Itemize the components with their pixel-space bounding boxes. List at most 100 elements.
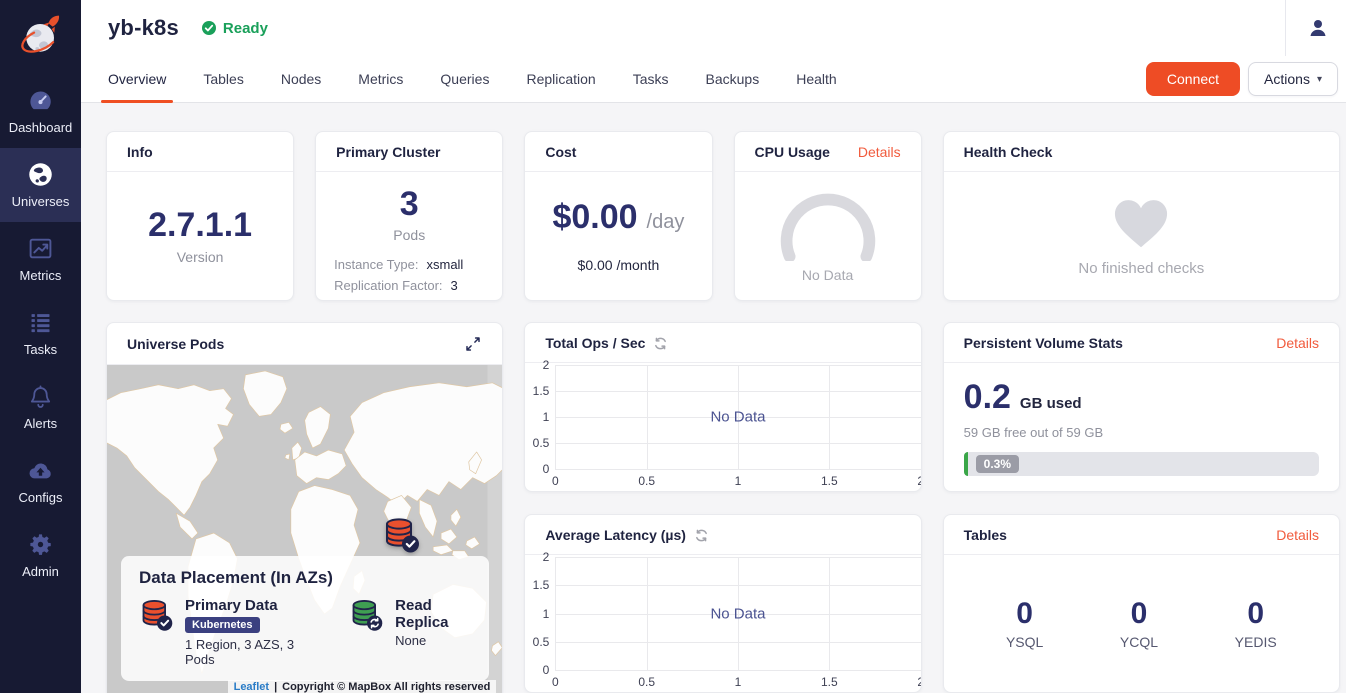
y-axis-tick-label: 1 <box>543 410 550 424</box>
world-map[interactable]: Data Placement (In AZs) <box>107 365 502 693</box>
page-title: yb-k8s <box>108 15 179 41</box>
sidebar-item-metrics[interactable]: Metrics <box>0 222 81 296</box>
x-axis-tick-label: 1 <box>735 474 742 488</box>
yedis-stat: 0 YEDIS <box>1235 597 1277 650</box>
pods-count-value: 3 <box>400 186 419 223</box>
tasks-list-icon <box>27 309 54 336</box>
primary-data-legend-item: Primary Data Kubernetes 1 Region, 3 AZS,… <box>139 597 303 667</box>
cpu-details-link[interactable]: Details <box>858 144 901 160</box>
universe-pods-card: Universe Pods <box>106 322 503 693</box>
sidebar-item-label: Tasks <box>2 342 79 357</box>
gridline-vertical <box>555 557 556 670</box>
sidebar-item-tasks[interactable]: Tasks <box>0 296 81 370</box>
user-icon <box>1306 16 1330 40</box>
card-title: Total Ops / Sec <box>545 335 645 351</box>
ysql-label: YSQL <box>1006 634 1043 650</box>
tables-details-link[interactable]: Details <box>1276 527 1319 543</box>
globe-rocket-logo-icon <box>15 11 67 63</box>
gridline-horizontal <box>555 670 920 671</box>
card-title: Primary Cluster <box>336 144 440 160</box>
data-placement-panel: Data Placement (In AZs) <box>121 556 489 681</box>
cpu-empty-label: No Data <box>802 267 853 283</box>
attribution-separator: | <box>274 681 277 693</box>
card-title: Info <box>127 144 153 160</box>
detail-row: Instance Type: xsmall <box>334 257 484 272</box>
sidebar-item-universes[interactable]: Universes <box>0 148 81 222</box>
refresh-icon[interactable] <box>694 528 709 543</box>
card-title: Health Check <box>964 144 1053 160</box>
y-axis-tick-label: 1.5 <box>533 384 550 398</box>
primary-data-map-marker[interactable] <box>382 515 422 555</box>
detail-value: xsmall <box>426 257 463 272</box>
tab-queries[interactable]: Queries <box>440 56 489 103</box>
version-caption: Version <box>177 249 224 265</box>
tab-backups[interactable]: Backups <box>706 56 760 103</box>
sidebar-item-alerts[interactable]: Alerts <box>0 370 81 444</box>
check-circle-icon <box>201 20 217 36</box>
sidebar-item-dashboard[interactable]: Dashboard <box>0 74 81 148</box>
yedis-count: 0 <box>1235 597 1277 630</box>
card-title: Universe Pods <box>127 336 224 352</box>
gridline-vertical <box>647 557 648 670</box>
y-axis-tick-label: 0 <box>543 462 550 476</box>
stats-column: Persistent Volume Stats Details 0.2 GB u… <box>943 322 1340 693</box>
card-title: Persistent Volume Stats <box>964 335 1123 351</box>
configs-cloud-icon <box>27 457 54 484</box>
tab-replication[interactable]: Replication <box>526 56 595 103</box>
sidebar-item-label: Metrics <box>2 268 79 283</box>
gb-used-unit: GB used <box>1020 395 1082 412</box>
sidebar-item-admin[interactable]: Admin <box>0 518 81 592</box>
tab-health[interactable]: Health <box>796 56 836 103</box>
ycql-count: 0 <box>1120 597 1158 630</box>
y-axis-tick-label: 0 <box>543 663 550 677</box>
charts-column: Total Ops / Sec 00.511.5200.511.52No Dat… <box>524 322 921 693</box>
tab-actions: Connect Actions ▾ <box>1146 62 1338 96</box>
expand-map-icon[interactable] <box>464 335 482 353</box>
kubernetes-badge: Kubernetes <box>185 617 260 633</box>
cpu-gauge-arc <box>772 189 884 261</box>
detail-label: Instance Type: <box>334 257 418 272</box>
tab-overview[interactable]: Overview <box>108 56 166 103</box>
volume-percent-badge: 0.3% <box>976 455 1019 473</box>
primary-database-icon <box>382 515 422 555</box>
x-axis-tick-label: 1.5 <box>821 675 838 689</box>
x-axis-tick-label: 0.5 <box>638 474 655 488</box>
version-value: 2.7.1.1 <box>148 207 252 244</box>
refresh-icon[interactable] <box>653 336 668 351</box>
primary-data-summary: 1 Region, 3 AZS, 3 Pods <box>185 637 303 667</box>
user-menu[interactable] <box>1285 0 1346 56</box>
yedis-label: YEDIS <box>1235 634 1277 650</box>
caret-down-icon: ▾ <box>1317 74 1322 85</box>
metrics-chart-icon <box>27 235 54 262</box>
tab-tasks[interactable]: Tasks <box>633 56 669 103</box>
sidebar-item-label: Universes <box>2 194 79 209</box>
cost-unit: /day <box>647 211 685 234</box>
total-ops-chart-card: Total Ops / Sec 00.511.5200.511.52No Dat… <box>524 322 921 492</box>
sidebar-item-label: Alerts <box>2 416 79 431</box>
sidebar-item-configs[interactable]: Configs <box>0 444 81 518</box>
tab-tables[interactable]: Tables <box>203 56 243 103</box>
volume-details-link[interactable]: Details <box>1276 335 1319 351</box>
connect-button[interactable]: Connect <box>1146 62 1240 96</box>
data-placement-heading: Data Placement (In AZs) <box>139 568 471 588</box>
gridline-vertical <box>647 365 648 469</box>
actions-dropdown-button[interactable]: Actions ▾ <box>1248 62 1338 96</box>
yugabyte-logo[interactable] <box>0 0 81 74</box>
cost-per-day-value: $0.00 <box>552 199 637 236</box>
detail-row: Replication Factor: 3 <box>334 278 484 293</box>
gridline-vertical <box>921 365 922 469</box>
map-attribution: Leaflet | Copyright © MapBox All rights … <box>228 680 497 693</box>
tab-nodes[interactable]: Nodes <box>281 56 321 103</box>
y-axis-tick-label: 2 <box>543 550 550 564</box>
tables-card: Tables Details 0 YSQL 0 YCQL 0 <box>943 514 1340 693</box>
tab-metrics[interactable]: Metrics <box>358 56 403 103</box>
x-axis-tick-label: 2 <box>917 675 921 689</box>
dashboard-gauge-icon <box>27 87 54 114</box>
leaflet-link[interactable]: Leaflet <box>234 681 269 693</box>
sidebar: Dashboard Universes Metrics Tasks Alerts… <box>0 0 81 693</box>
total-ops-chart: 00.511.5200.511.52No Data <box>525 363 920 491</box>
detail-value: 3 <box>451 278 458 293</box>
x-axis-tick-label: 0 <box>552 675 559 689</box>
read-replica-label: Read Replica <box>395 597 471 631</box>
summary-card-row: Info 2.7.1.1 Version Primary Cluster 3 P… <box>106 131 1340 301</box>
